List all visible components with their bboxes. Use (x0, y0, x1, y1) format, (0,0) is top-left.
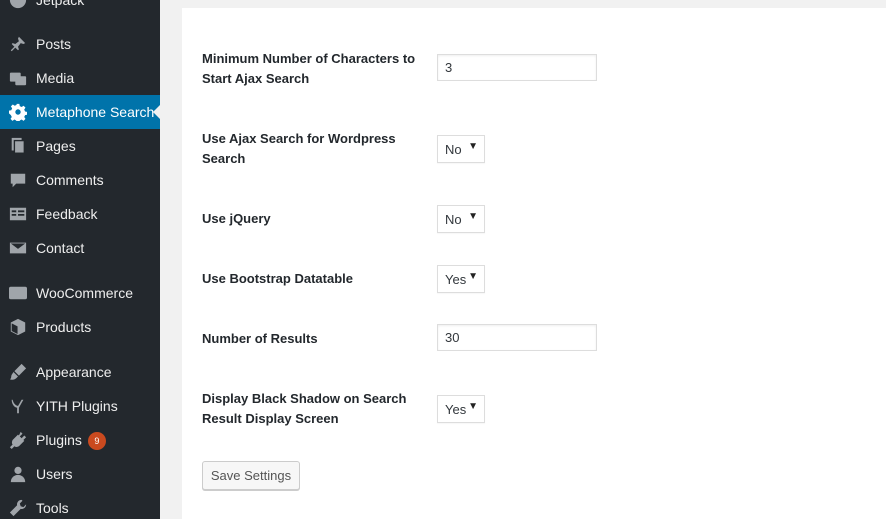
sidebar-item-label: Products (36, 319, 92, 335)
use-jquery-select[interactable]: No ▼ (437, 205, 485, 233)
gear-icon (8, 103, 28, 121)
feedback-icon (8, 205, 28, 223)
user-icon (8, 465, 28, 483)
bootstrap-datatable-label: Use Bootstrap Datatable (202, 271, 353, 286)
num-results-input[interactable]: 30 (437, 324, 597, 351)
sidebar-item-appearance[interactable]: Appearance (0, 355, 160, 389)
black-shadow-value: Yes (445, 402, 467, 417)
dropdown-arrow-icon: ▼ (468, 141, 478, 152)
box-icon (8, 318, 28, 336)
sidebar-item-label: Posts (36, 36, 72, 52)
dropdown-arrow-icon: ▼ (468, 401, 478, 412)
sidebar-item-metaphone-search[interactable]: Metaphone Search (0, 95, 161, 129)
sidebar-item-media[interactable]: Media (0, 61, 160, 95)
sidebar-item-products[interactable]: Products (0, 310, 160, 344)
sidebar-item-label: Users (36, 466, 73, 482)
sidebar-item-label: Pages (36, 138, 76, 154)
sidebar-item-woocommerce[interactable]: WooCommerce (0, 276, 160, 310)
sidebar-item-contact[interactable]: Contact (0, 231, 160, 265)
sidebar-item-yith-plugins[interactable]: YITH Plugins (0, 389, 160, 423)
woo-icon (8, 284, 28, 302)
ajax-wp-search-select[interactable]: No ▼ (437, 135, 485, 163)
min-chars-input[interactable]: 3 (437, 54, 597, 81)
dropdown-arrow-icon: ▼ (468, 271, 478, 282)
pin-icon (8, 35, 28, 53)
sidebar-item-plugins[interactable]: Plugins 9 (0, 423, 160, 457)
brush-icon (8, 363, 28, 381)
update-count-badge: 9 (87, 432, 106, 450)
media-icon (8, 69, 28, 87)
num-results-label: Number of Results (202, 331, 318, 346)
plugins-label: Plugins (36, 432, 82, 448)
min-chars-label: Minimum Number of Characters to Start Aj… (202, 51, 416, 86)
yith-icon (8, 397, 28, 415)
sidebar-item-feedback[interactable]: Feedback (0, 197, 160, 231)
sidebar-item-posts[interactable]: Posts (0, 27, 160, 61)
ajax-wp-search-value: No (445, 142, 462, 157)
black-shadow-label: Display Black Shadow on Search Result Di… (202, 391, 407, 426)
sidebar-item-label: Media (36, 70, 75, 86)
sidebar-item-comments[interactable]: Comments (0, 163, 160, 197)
sidebar-item-label: Feedback (36, 206, 98, 222)
sidebar-item-label: Metaphone Search (36, 104, 155, 120)
bootstrap-datatable-select[interactable]: Yes ▼ (437, 265, 485, 293)
save-settings-button[interactable]: Save Settings (202, 461, 300, 490)
ajax-wp-search-label: Use Ajax Search for Wordpress Search (202, 131, 396, 166)
pages-icon (8, 137, 28, 155)
sidebar-item-pages[interactable]: Pages (0, 129, 160, 163)
sidebar-item-tools[interactable]: Tools (0, 491, 160, 519)
sidebar-item-jetpack[interactable]: Jetpack (0, 0, 160, 17)
sidebar-item-label: WooCommerce (36, 285, 133, 301)
sidebar-item-label: Contact (36, 240, 85, 256)
sidebar-item-label: Appearance (36, 364, 112, 380)
sidebar-item-label: Tools (36, 500, 69, 516)
sidebar-item-label: Jetpack (36, 0, 85, 8)
comment-icon (8, 171, 28, 189)
sidebar-item-label: Plugins 9 (36, 432, 106, 450)
dropdown-arrow-icon: ▼ (468, 211, 478, 222)
use-jquery-value: No (445, 212, 462, 227)
wrench-icon (8, 499, 28, 517)
plug-icon (8, 431, 28, 449)
black-shadow-select[interactable]: Yes ▼ (437, 395, 485, 423)
jetpack-icon (8, 0, 28, 9)
use-jquery-label: Use jQuery (202, 211, 271, 226)
admin-sidebar: Jetpack Posts Media Metaphone Search Pag… (0, 0, 161, 519)
sidebar-item-label: YITH Plugins (36, 398, 118, 414)
sidebar-item-users[interactable]: Users (0, 457, 160, 491)
bootstrap-datatable-value: Yes (445, 272, 467, 287)
sidebar-item-label: Comments (36, 172, 104, 188)
mail-icon (8, 239, 28, 257)
